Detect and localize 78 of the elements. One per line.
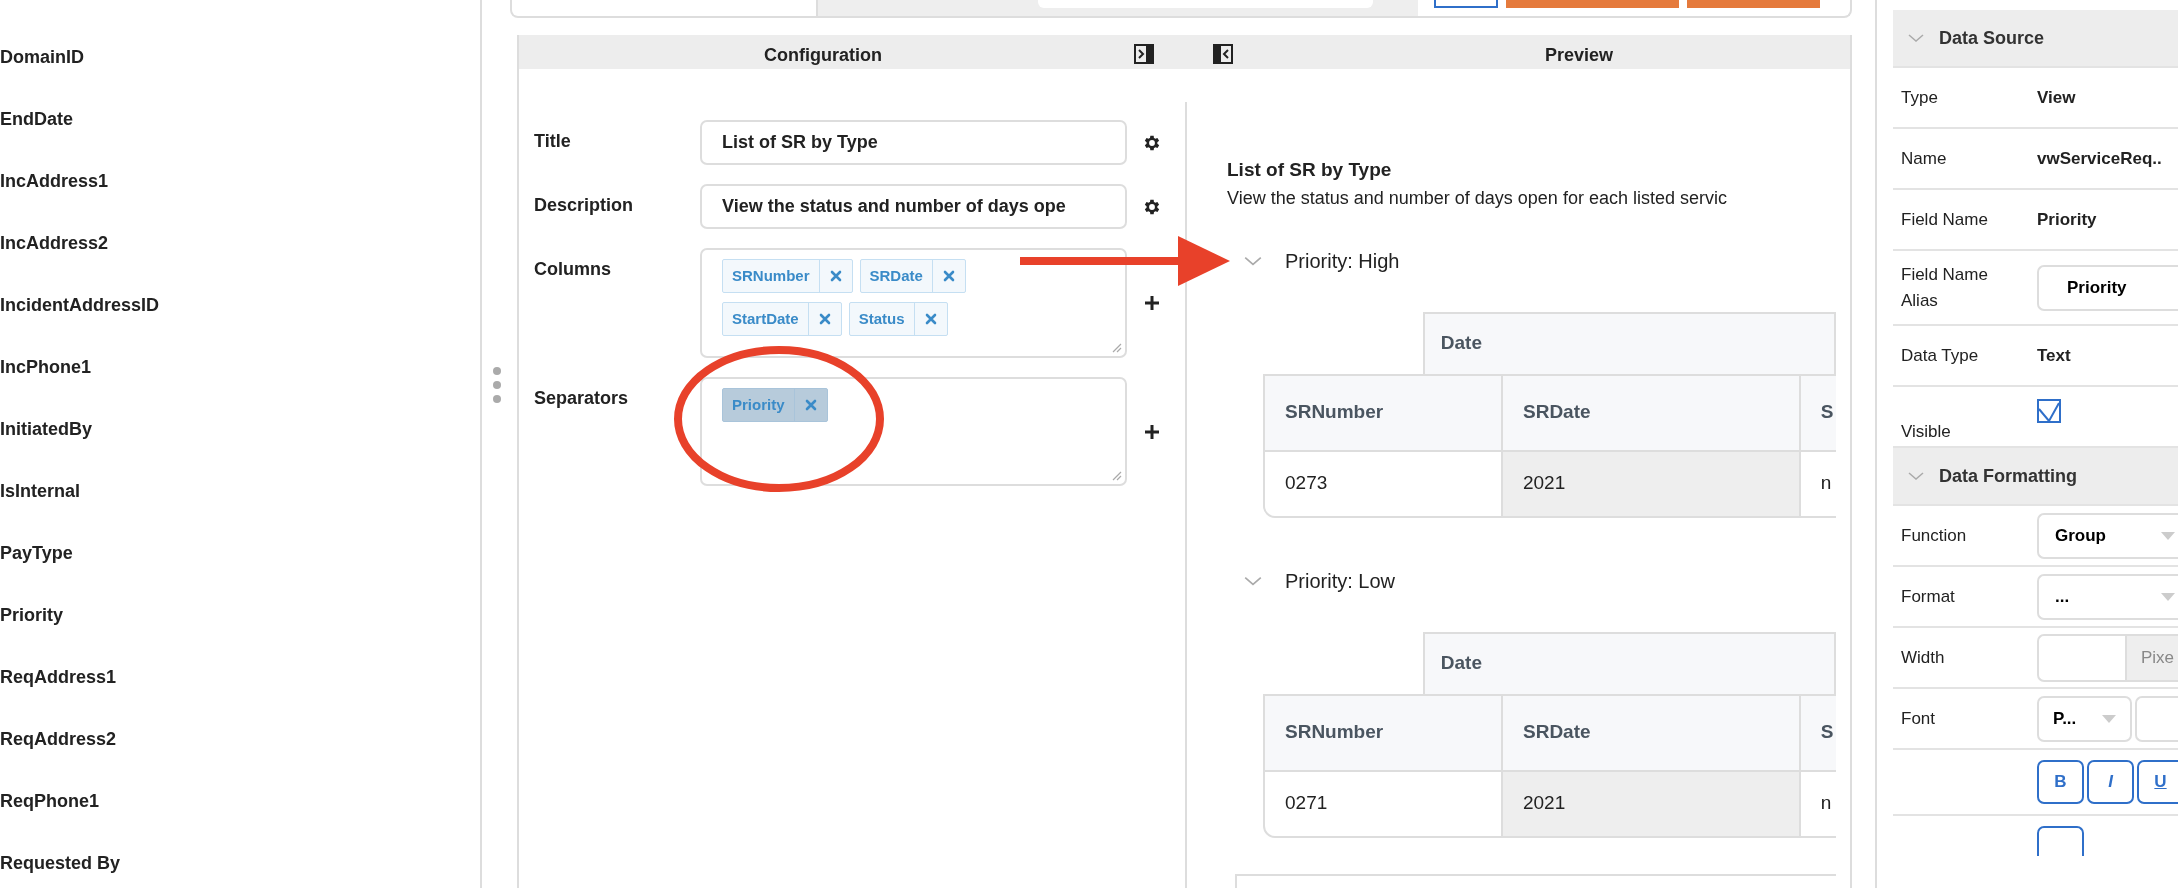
add-icon[interactable]	[1144, 423, 1160, 440]
collapse-panel-icon[interactable]	[1134, 44, 1154, 64]
property-value: View	[2037, 86, 2076, 109]
select-field[interactable]: Group	[2037, 512, 2178, 559]
property-label: Font	[1900, 707, 1937, 730]
field-list-item[interactable]: InitiatedBy	[0, 415, 92, 443]
table-header-cell-text: SRNumber	[1284, 720, 1385, 745]
property-label: Visible	[1900, 420, 1952, 443]
text-field[interactable]: Priority	[2037, 264, 2178, 311]
preview-description: View the status and number of days open for each listed servic	[1227, 186, 1728, 210]
property-value: Text	[2037, 344, 2071, 367]
caret-icon	[2161, 592, 2175, 601]
property-label: Field Name Alias	[1900, 264, 1989, 312]
table-header-cell: Date	[1422, 311, 1836, 374]
table-cell: 2021	[1501, 451, 1799, 516]
text-field[interactable]: List of SR by Type	[700, 120, 1127, 165]
field-list-item[interactable]: ReqPhone1	[0, 787, 100, 815]
table-header-cell-text: SRNumber	[1284, 400, 1385, 425]
toolbar-button[interactable]	[2037, 826, 2084, 856]
remove-icon[interactable]	[924, 313, 937, 325]
field-list-item[interactable]: Requested By	[0, 849, 121, 877]
resize-grip-icon[interactable]	[1110, 469, 1122, 481]
property-label: Function	[1900, 524, 1968, 547]
remove-icon[interactable]	[818, 313, 831, 325]
group-label: Priority: Low	[1285, 569, 1396, 594]
table-cell-text: 0273	[1284, 471, 1329, 496]
caret-icon	[2102, 714, 2116, 723]
checkbox[interactable]	[2037, 399, 2061, 423]
field-list-item[interactable]: DomainID	[0, 43, 84, 71]
field-list-item[interactable]: IncPhone1	[0, 353, 92, 381]
text-style-button[interactable]: B	[2037, 760, 2084, 804]
select-field[interactable]: ...	[2037, 573, 2178, 620]
remove-icon[interactable]	[804, 399, 817, 411]
section-header[interactable]: Data Source	[1893, 10, 2178, 68]
expand-panel-icon[interactable]	[1213, 44, 1233, 64]
table-header-cell: SRDate	[1501, 695, 1799, 770]
table-header-cell: SRDate	[1501, 375, 1799, 450]
select-field[interactable]: P...	[2037, 695, 2132, 742]
text-field[interactable]: View the status and number of days ope	[700, 184, 1127, 229]
remove-icon[interactable]	[829, 270, 842, 282]
table-cell: 2021	[1501, 771, 1799, 836]
section-header[interactable]: Data Formatting	[1893, 448, 2178, 506]
group-label: Priority: High	[1285, 249, 1400, 274]
field-list-item[interactable]: IncAddress1	[0, 167, 109, 195]
resize-grip-icon[interactable]	[1110, 341, 1122, 353]
property-value: Priority	[2037, 208, 2097, 231]
text-style-button[interactable]: U	[2137, 760, 2178, 804]
field-list-item[interactable]: ReqAddress1	[0, 663, 117, 691]
table-cell-text: 0271	[1284, 791, 1329, 816]
field-label: Description	[534, 194, 635, 217]
remove-icon[interactable]	[942, 270, 955, 282]
field-list-item[interactable]: Priority	[0, 601, 64, 629]
field-list-item[interactable]: EndDate	[0, 105, 73, 133]
text-style-button[interactable]: I	[2087, 760, 2134, 804]
field-label: Columns	[534, 258, 612, 281]
property-label: Data Type	[1900, 344, 1980, 367]
property-label: Width	[1900, 646, 1946, 669]
field-list-item[interactable]: IncAddress2	[0, 229, 109, 257]
preview-title: List of SR by Type	[1227, 158, 1393, 182]
field-list-item[interactable]: PayType	[0, 539, 73, 567]
property-label: Type	[1900, 86, 1939, 109]
field-list-item[interactable]: ReqAddress2	[0, 725, 117, 753]
property-label: Name	[1900, 147, 1948, 170]
field-label: Separators	[534, 387, 630, 410]
panel-header: Configuration	[764, 44, 882, 67]
caret-icon	[2161, 531, 2175, 540]
add-icon[interactable]	[1144, 295, 1160, 311]
field-list-item[interactable]: IncidentAddressID	[0, 291, 160, 319]
property-value: vwServiceReq..	[2037, 147, 2162, 170]
table-header-cell: Date	[1422, 631, 1836, 694]
property-label: Format	[1900, 585, 1956, 608]
field-list-item[interactable]: IsInternal	[0, 477, 81, 505]
field-label: Title	[534, 130, 572, 153]
panel-header: Preview	[1545, 44, 1614, 67]
select-field[interactable]	[2135, 695, 2178, 742]
toolbar-button[interactable]	[1434, 0, 1498, 8]
property-label: Field Name	[1900, 208, 1989, 231]
drag-handle-icon[interactable]	[492, 366, 502, 404]
